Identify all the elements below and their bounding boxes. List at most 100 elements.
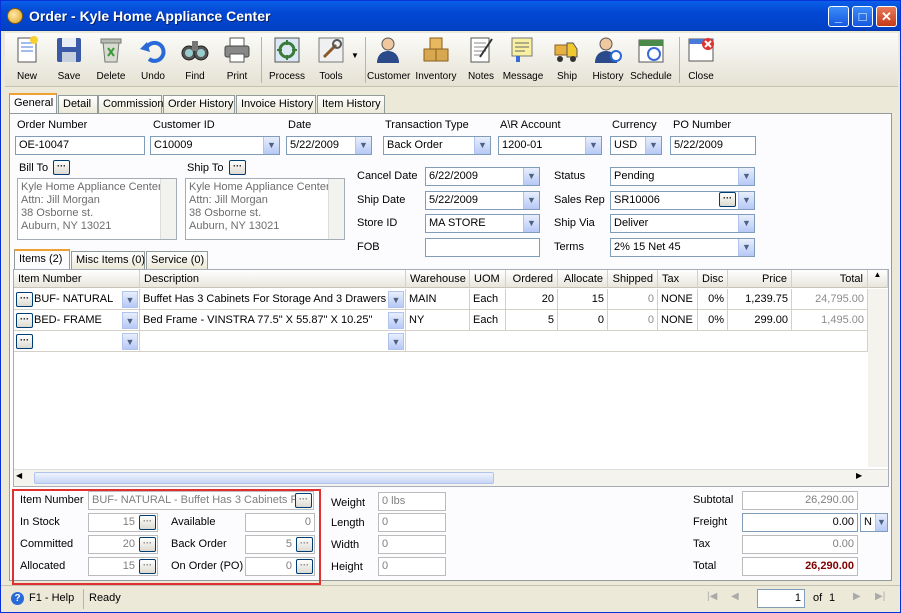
customer-button[interactable]: Customer — [367, 35, 410, 85]
scroll-left-button[interactable]: ◀ — [16, 471, 22, 480]
bill-to-address[interactable]: Kyle Home Appliance Center Attn: Jill Mor… — [17, 178, 177, 240]
chevron-down-icon[interactable]: ▼ — [122, 291, 138, 308]
chevron-down-icon[interactable]: ▼ — [523, 192, 539, 209]
col-shipped[interactable]: Shipped — [608, 270, 658, 288]
fob-field[interactable] — [425, 238, 540, 257]
chevron-down-icon[interactable]: ▼ — [122, 312, 138, 329]
help-icon[interactable]: ? — [11, 592, 24, 605]
tab-detail[interactable]: Detail — [58, 95, 98, 113]
find-button[interactable]: Find — [177, 35, 213, 85]
back-order-lookup-button[interactable]: ··· — [296, 537, 313, 552]
next-page-button[interactable]: ▶ — [853, 591, 861, 602]
ship-via-select[interactable]: Deliver ▼ — [610, 214, 755, 233]
on-order-lookup-button[interactable]: ··· — [296, 559, 313, 574]
table-row-cell-disc[interactable]: 0% — [698, 289, 728, 310]
minimize-button[interactable]: _ — [828, 6, 849, 27]
table-row-cell-disc[interactable]: 0% — [698, 310, 728, 331]
undo-button[interactable]: Undo — [135, 35, 171, 85]
prev-page-button[interactable]: ◀ — [731, 591, 739, 602]
tab-item-history[interactable]: Item History — [317, 95, 385, 113]
grid-horizontal-scrollbar[interactable]: ◀ ▶ — [14, 469, 888, 486]
table-row-cell-price[interactable]: 299.00 — [728, 310, 792, 331]
bill-to-scrollbar[interactable] — [160, 179, 176, 239]
inventory-button[interactable]: Inventory — [413, 35, 459, 85]
col-description[interactable]: Description — [140, 270, 406, 288]
freight-tax-code-select[interactable]: N ▼ — [860, 513, 888, 532]
allocated-lookup-button[interactable]: ··· — [139, 559, 156, 574]
col-item-number[interactable]: Item Number — [14, 270, 140, 288]
table-row-cell-allocate[interactable]: 0 — [558, 310, 608, 331]
item-lookup-button[interactable]: ··· — [16, 334, 33, 349]
ship-to-lookup-button[interactable]: ··· — [229, 160, 246, 175]
chevron-down-icon[interactable]: ▼ — [388, 312, 404, 329]
chevron-down-icon[interactable]: ▼ — [263, 137, 279, 154]
new-button[interactable]: New — [9, 35, 45, 85]
order-number-field[interactable]: OE-10047 — [15, 136, 145, 155]
transaction-type-select[interactable]: Back Order ▼ — [383, 136, 491, 155]
po-number-field[interactable]: 5/22/2009 — [670, 136, 756, 155]
status-select[interactable]: Pending ▼ — [610, 167, 755, 186]
chevron-down-icon[interactable]: ▼ — [875, 514, 887, 531]
sales-rep-field[interactable]: SR10006 ··· ▼ — [610, 191, 755, 210]
close-button[interactable]: Close — [683, 35, 719, 85]
table-row-cell-description[interactable]: Bed Frame - VINSTRA 77.5" X 55.87" X 10.… — [140, 310, 406, 331]
chevron-down-icon[interactable]: ▼ — [523, 215, 539, 232]
table-row-cell-warehouse[interactable]: NY — [406, 310, 470, 331]
tab-invoice-history[interactable]: Invoice History — [236, 95, 316, 113]
chevron-down-icon[interactable]: ▼ — [738, 192, 754, 209]
table-row-cell-uom[interactable]: Each — [470, 310, 506, 331]
col-ordered[interactable]: Ordered — [506, 270, 558, 288]
notes-button[interactable]: Notes — [463, 35, 499, 85]
col-tax[interactable]: Tax — [658, 270, 698, 288]
col-total[interactable]: Total — [792, 270, 868, 288]
date-field[interactable]: 5/22/2009 ▼ — [286, 136, 372, 155]
table-row-cell-allocate[interactable]: 15 — [558, 289, 608, 310]
table-row-cell-description[interactable]: Buffet Has 3 Cabinets For Storage And 3 … — [140, 289, 406, 310]
freight-field[interactable]: 0.00 — [742, 513, 858, 532]
chevron-down-icon[interactable]: ▼ — [388, 291, 404, 308]
grid-vertical-scrollbar[interactable] — [868, 289, 888, 467]
table-row-cell-tax[interactable]: NONE — [658, 289, 698, 310]
col-warehouse[interactable]: Warehouse — [406, 270, 470, 288]
first-page-button[interactable]: |◀ — [707, 591, 717, 602]
committed-lookup-button[interactable]: ··· — [139, 537, 156, 552]
close-window-button[interactable]: ✕ — [876, 6, 897, 27]
chevron-down-icon[interactable]: ▼ — [585, 137, 601, 154]
save-button[interactable]: Save — [51, 35, 87, 85]
tools-dropdown-arrow[interactable]: ▼ — [349, 51, 361, 101]
table-row-cell-price[interactable]: 1,239.75 — [728, 289, 792, 310]
chevron-down-icon[interactable]: ▼ — [645, 137, 661, 154]
currency-select[interactable]: USD ▼ — [610, 136, 662, 155]
ship-button[interactable]: Ship — [549, 35, 585, 85]
item-lookup-button[interactable]: ··· — [16, 313, 33, 328]
ship-to-scrollbar[interactable] — [328, 179, 344, 239]
ship-to-address[interactable]: Kyle Home Appliance Center Attn: Jill Mor… — [185, 178, 345, 240]
item-number-lookup-button[interactable]: ··· — [295, 493, 312, 508]
tab-service[interactable]: Service (0) — [146, 251, 208, 269]
col-disc[interactable]: Disc — [698, 270, 728, 288]
cancel-date-field[interactable]: 6/22/2009 ▼ — [425, 167, 540, 186]
col-allocate[interactable]: Allocate — [558, 270, 608, 288]
chevron-down-icon[interactable]: ▼ — [355, 137, 371, 154]
table-row-cell-ordered[interactable]: 20 — [506, 289, 558, 310]
history-button[interactable]: History — [589, 35, 627, 85]
chevron-down-icon[interactable]: ▼ — [122, 333, 138, 350]
delete-button[interactable]: Delete — [93, 35, 129, 85]
table-row-cell-uom[interactable]: Each — [470, 289, 506, 310]
col-uom[interactable]: UOM — [470, 270, 506, 288]
maximize-button[interactable]: □ — [852, 6, 873, 27]
tab-order-history[interactable]: Order History — [163, 95, 235, 113]
col-price[interactable]: Price — [728, 270, 792, 288]
schedule-button[interactable]: Schedule — [629, 35, 673, 85]
ship-date-field[interactable]: 5/22/2009 ▼ — [425, 191, 540, 210]
table-row-cell-tax[interactable]: NONE — [658, 310, 698, 331]
tab-general[interactable]: General — [9, 93, 57, 114]
scroll-thumb[interactable] — [34, 472, 494, 484]
process-button[interactable]: Process — [265, 35, 309, 85]
sales-rep-lookup-button[interactable]: ··· — [719, 192, 736, 207]
tab-misc-items[interactable]: Misc Items (0) — [71, 251, 145, 269]
ar-account-field[interactable]: 1200-01 ▼ — [498, 136, 602, 155]
item-lookup-button[interactable]: ··· — [16, 292, 33, 307]
tools-button[interactable]: Tools — [313, 35, 349, 85]
store-id-select[interactable]: MA STORE ▼ — [425, 214, 540, 233]
